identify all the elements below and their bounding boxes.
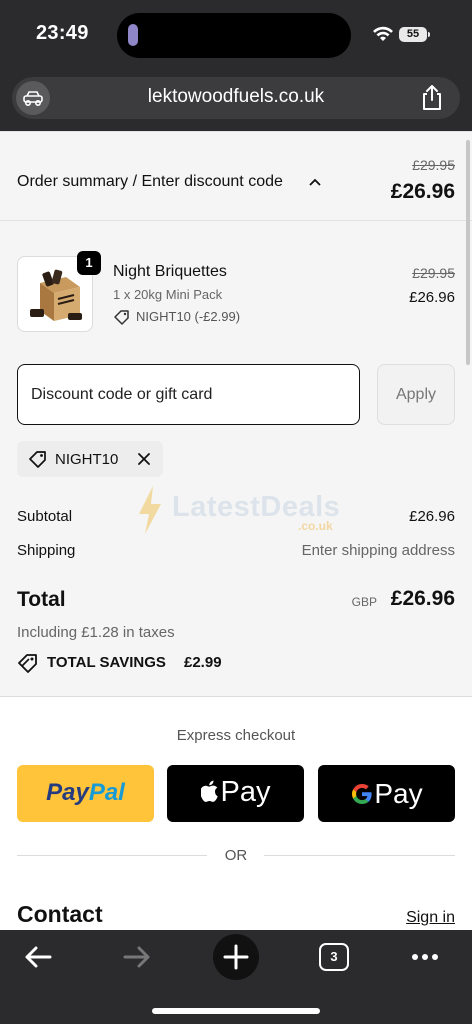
tab-switcher-button[interactable]: 3 <box>319 943 349 971</box>
shipping-value: Enter shipping address <box>301 542 455 559</box>
flashlight-icon <box>128 24 138 46</box>
apply-button[interactable]: Apply <box>377 364 455 425</box>
product-name: Night Briquettes <box>113 263 227 280</box>
summary-total: £26.96 <box>390 180 455 203</box>
paypal-logo-part2: Pal <box>88 779 125 806</box>
paypal-logo-part1: Pay <box>46 779 89 806</box>
apple-icon <box>199 780 218 802</box>
product-price: £26.96 <box>409 289 455 306</box>
product-original-price: £29.95 <box>412 265 455 281</box>
discount-code-input[interactable] <box>17 364 360 425</box>
google-pay-logo[interactable]: Pay <box>318 778 455 810</box>
quantity-badge: 1 <box>77 251 101 275</box>
total-value: £26.96 <box>390 587 455 610</box>
paypal-logo[interactable]: PayPal <box>17 779 154 807</box>
contact-heading: Contact <box>17 901 103 927</box>
google-pay-label: Pay <box>374 778 423 809</box>
applied-discount-code: NIGHT10 <box>55 451 119 468</box>
tag-icon <box>114 310 129 325</box>
chevron-up-icon[interactable] <box>308 177 322 187</box>
product-variant: 1 x 20kg Mini Pack <box>113 287 223 302</box>
site-settings-icon[interactable] <box>16 81 50 115</box>
tag-icon <box>29 451 46 468</box>
total-currency: GBP <box>351 595 377 609</box>
share-icon[interactable] <box>420 83 444 111</box>
express-checkout-title: Express checkout <box>176 727 296 744</box>
watermark-bolt-icon <box>139 486 161 534</box>
google-g-icon <box>352 784 372 804</box>
watermark-subtext: .co.uk <box>298 519 333 533</box>
remove-discount-icon[interactable] <box>136 451 152 467</box>
total-savings-value: £2.99 <box>184 654 222 671</box>
more-options-icon[interactable] <box>410 950 440 964</box>
apple-pay-logo[interactable]: Pay <box>167 776 304 809</box>
summary-divider <box>0 696 472 697</box>
shipping-label: Shipping <box>17 542 76 559</box>
wifi-icon <box>373 26 393 41</box>
dynamic-island <box>117 13 351 58</box>
order-summary-toggle[interactable]: Order summary / Enter discount code <box>17 173 283 191</box>
or-separator: OR <box>224 847 248 864</box>
home-indicator <box>152 1008 320 1014</box>
summary-original-total: £29.95 <box>412 157 455 173</box>
plus-icon <box>223 944 249 970</box>
back-arrow-icon[interactable] <box>22 943 54 971</box>
url-text[interactable]: lektowoodfuels.co.uk <box>60 86 412 108</box>
taxes-note: Including £1.28 in taxes <box>17 624 175 641</box>
battery-indicator: 55 <box>399 27 427 42</box>
savings-tag-icon <box>18 654 37 673</box>
new-tab-button[interactable] <box>213 934 259 980</box>
total-savings-label: TOTAL SAVINGS <box>47 654 166 671</box>
status-time: 23:49 <box>36 22 89 44</box>
sign-in-link[interactable]: Sign in <box>406 909 455 927</box>
subtotal-value: £26.96 <box>409 508 455 525</box>
apple-pay-label: Pay <box>220 776 271 808</box>
subtotal-label: Subtotal <box>17 508 73 525</box>
total-label: Total <box>17 588 66 611</box>
product-discount: NIGHT10 (-£2.99) <box>136 309 241 324</box>
scrollbar[interactable] <box>466 140 470 365</box>
forward-arrow-icon[interactable] <box>121 943 153 971</box>
